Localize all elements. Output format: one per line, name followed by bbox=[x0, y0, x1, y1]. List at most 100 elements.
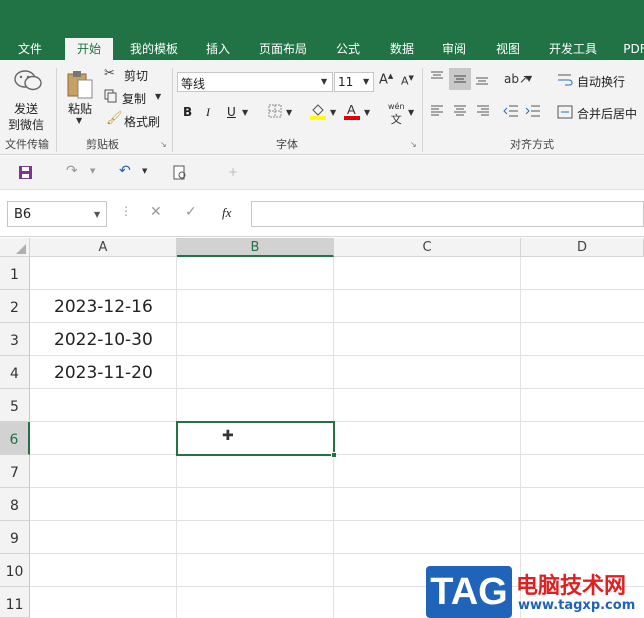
row-header[interactable]: 1 bbox=[0, 257, 30, 290]
border-icon[interactable] bbox=[268, 104, 282, 121]
gridline bbox=[30, 355, 644, 356]
font-name-select[interactable]: 等线 ▼ bbox=[177, 72, 333, 92]
undo-dropdown-icon[interactable]: ▼ bbox=[142, 167, 147, 175]
fill-color-dropdown-icon[interactable]: ▼ bbox=[330, 108, 336, 117]
tab-page-layout[interactable]: 页面布局 bbox=[252, 38, 314, 60]
cell-a4[interactable]: 2023-11-20 bbox=[54, 363, 153, 383]
cell-a3[interactable]: 2022-10-30 bbox=[54, 330, 153, 350]
cancel-icon[interactable]: ✕ bbox=[150, 204, 162, 220]
format-painter-label[interactable]: 格式刷 bbox=[124, 113, 160, 130]
paste-label[interactable]: 粘贴 bbox=[68, 100, 92, 117]
column-header-b[interactable]: B bbox=[177, 238, 334, 257]
row-header[interactable]: 8 bbox=[0, 488, 30, 521]
watermark-tag: TAG bbox=[426, 566, 512, 618]
align-left-icon[interactable] bbox=[430, 104, 444, 121]
dialog-launcher-icon[interactable]: ↘ bbox=[410, 140, 417, 149]
column-header-c[interactable]: C bbox=[334, 238, 521, 257]
print-preview-icon[interactable] bbox=[172, 165, 188, 184]
row-header[interactable]: 7 bbox=[0, 455, 30, 488]
formula-bar: B6 ▼ ⋮ ✕ ✓ fx bbox=[0, 190, 644, 237]
fill-handle[interactable] bbox=[331, 452, 337, 458]
bold-button[interactable]: B bbox=[183, 105, 192, 119]
wrap-text-icon[interactable] bbox=[557, 73, 573, 90]
align-middle-button[interactable] bbox=[449, 68, 471, 90]
quick-access-toolbar: ↷ ▼ ↶ ▼ + bbox=[0, 156, 644, 190]
scissors-icon[interactable]: ✂ bbox=[104, 66, 115, 81]
select-all-button[interactable] bbox=[0, 238, 30, 257]
row-header[interactable]: 9 bbox=[0, 521, 30, 554]
column-header-a[interactable]: A bbox=[30, 238, 177, 257]
align-right-icon[interactable] bbox=[476, 104, 490, 121]
send-wechat-label-1[interactable]: 发送 bbox=[14, 100, 38, 117]
row-header[interactable]: 10 bbox=[0, 554, 30, 587]
increase-font-icon[interactable]: A▲ bbox=[379, 72, 393, 87]
tab-data[interactable]: 数据 bbox=[384, 38, 420, 60]
increase-indent-icon[interactable] bbox=[525, 104, 541, 121]
align-bottom-icon[interactable] bbox=[475, 72, 489, 89]
gridline bbox=[30, 322, 644, 323]
selected-cell-b6[interactable] bbox=[176, 421, 335, 456]
formula-input[interactable] bbox=[251, 201, 644, 227]
tab-view[interactable]: 视图 bbox=[490, 38, 526, 60]
row-header[interactable]: 5 bbox=[0, 389, 30, 422]
tab-file[interactable]: 文件 bbox=[8, 38, 52, 60]
redo-dropdown-icon[interactable]: ▼ bbox=[90, 167, 95, 175]
underline-dropdown-icon[interactable]: ▼ bbox=[242, 108, 248, 117]
undo-icon[interactable]: ↶ bbox=[119, 163, 131, 179]
row-header[interactable]: 4 bbox=[0, 356, 30, 389]
row-header[interactable]: 3 bbox=[0, 323, 30, 356]
paste-icon[interactable] bbox=[64, 68, 96, 100]
copy-icon[interactable] bbox=[104, 89, 118, 106]
merge-center-button[interactable]: 合并后居中 bbox=[577, 105, 637, 122]
row-header[interactable]: 11 bbox=[0, 587, 30, 618]
column-header-d[interactable]: D bbox=[521, 238, 644, 257]
chevron-down-icon: ▼ bbox=[94, 210, 101, 219]
decrease-font-icon[interactable]: A▼ bbox=[401, 74, 414, 88]
redo-icon[interactable]: ↷ bbox=[66, 163, 78, 179]
format-painter-icon[interactable]: 🖌 bbox=[106, 111, 123, 126]
watermark-logo: TAG 电脑技术网 www.tagxp.com bbox=[426, 566, 640, 618]
enter-icon[interactable]: ✓ bbox=[185, 204, 197, 220]
name-box[interactable]: B6 ▼ bbox=[7, 201, 107, 227]
row-header[interactable]: 2 bbox=[0, 290, 30, 323]
underline-button[interactable]: U bbox=[227, 105, 236, 119]
cell-a2[interactable]: 2023-12-16 bbox=[54, 297, 153, 317]
send-wechat-label-2[interactable]: 到微信 bbox=[8, 116, 44, 133]
row-header-selected[interactable]: 6 bbox=[0, 422, 30, 455]
copy-label[interactable]: 复制 bbox=[122, 90, 146, 107]
decrease-indent-icon[interactable] bbox=[503, 104, 519, 121]
phonetic-guide-icon[interactable]: wén 文 bbox=[388, 102, 405, 127]
tab-my-templates[interactable]: 我的模板 bbox=[125, 38, 183, 60]
dialog-launcher-icon[interactable]: ↘ bbox=[160, 140, 167, 149]
orientation-dropdown-icon[interactable]: ▼ bbox=[526, 74, 532, 83]
insert-function-button[interactable]: fx bbox=[222, 205, 231, 221]
font-size-select[interactable]: 11 ▼ bbox=[334, 72, 374, 92]
ribbon-tab-bar: 文件 开始 我的模板 插入 页面布局 公式 数据 审阅 视图 开发工具 PDF bbox=[0, 0, 644, 60]
border-dropdown-icon[interactable]: ▼ bbox=[286, 108, 292, 117]
customize-toolbar-icon[interactable]: + bbox=[228, 165, 238, 179]
align-center-icon[interactable] bbox=[453, 104, 467, 121]
group-font: 字体 bbox=[276, 138, 298, 151]
gridline bbox=[30, 487, 644, 488]
tab-formulas[interactable]: 公式 bbox=[330, 38, 366, 60]
group-alignment: 对齐方式 bbox=[510, 138, 554, 151]
paste-dropdown-icon[interactable]: ▼ bbox=[76, 116, 82, 125]
italic-button[interactable]: I bbox=[206, 105, 210, 120]
tab-review[interactable]: 审阅 bbox=[436, 38, 472, 60]
tab-developer[interactable]: 开发工具 bbox=[542, 38, 604, 60]
tab-home[interactable]: 开始 bbox=[65, 38, 113, 60]
tab-insert[interactable]: 插入 bbox=[200, 38, 236, 60]
save-icon[interactable] bbox=[18, 165, 33, 183]
wrap-text-button[interactable]: 自动换行 bbox=[577, 73, 625, 90]
group-separator bbox=[172, 68, 173, 152]
font-color-icon[interactable]: A bbox=[344, 102, 360, 123]
font-color-dropdown-icon[interactable]: ▼ bbox=[364, 108, 370, 117]
cut-label[interactable]: 剪切 bbox=[124, 67, 148, 84]
copy-dropdown-icon[interactable]: ▼ bbox=[155, 92, 161, 101]
align-top-icon[interactable] bbox=[430, 70, 444, 87]
phonetic-dropdown-icon[interactable]: ▼ bbox=[408, 108, 414, 117]
merge-center-icon[interactable] bbox=[557, 105, 573, 122]
fill-color-icon[interactable] bbox=[310, 102, 326, 123]
tab-pdf[interactable]: PDF bbox=[620, 38, 644, 60]
ribbon: 发送 到微信 文件传输 粘贴 ▼ ✂ 剪切 复制 ▼ 🖌 格式刷 剪贴板 ↘ 等… bbox=[0, 60, 644, 155]
